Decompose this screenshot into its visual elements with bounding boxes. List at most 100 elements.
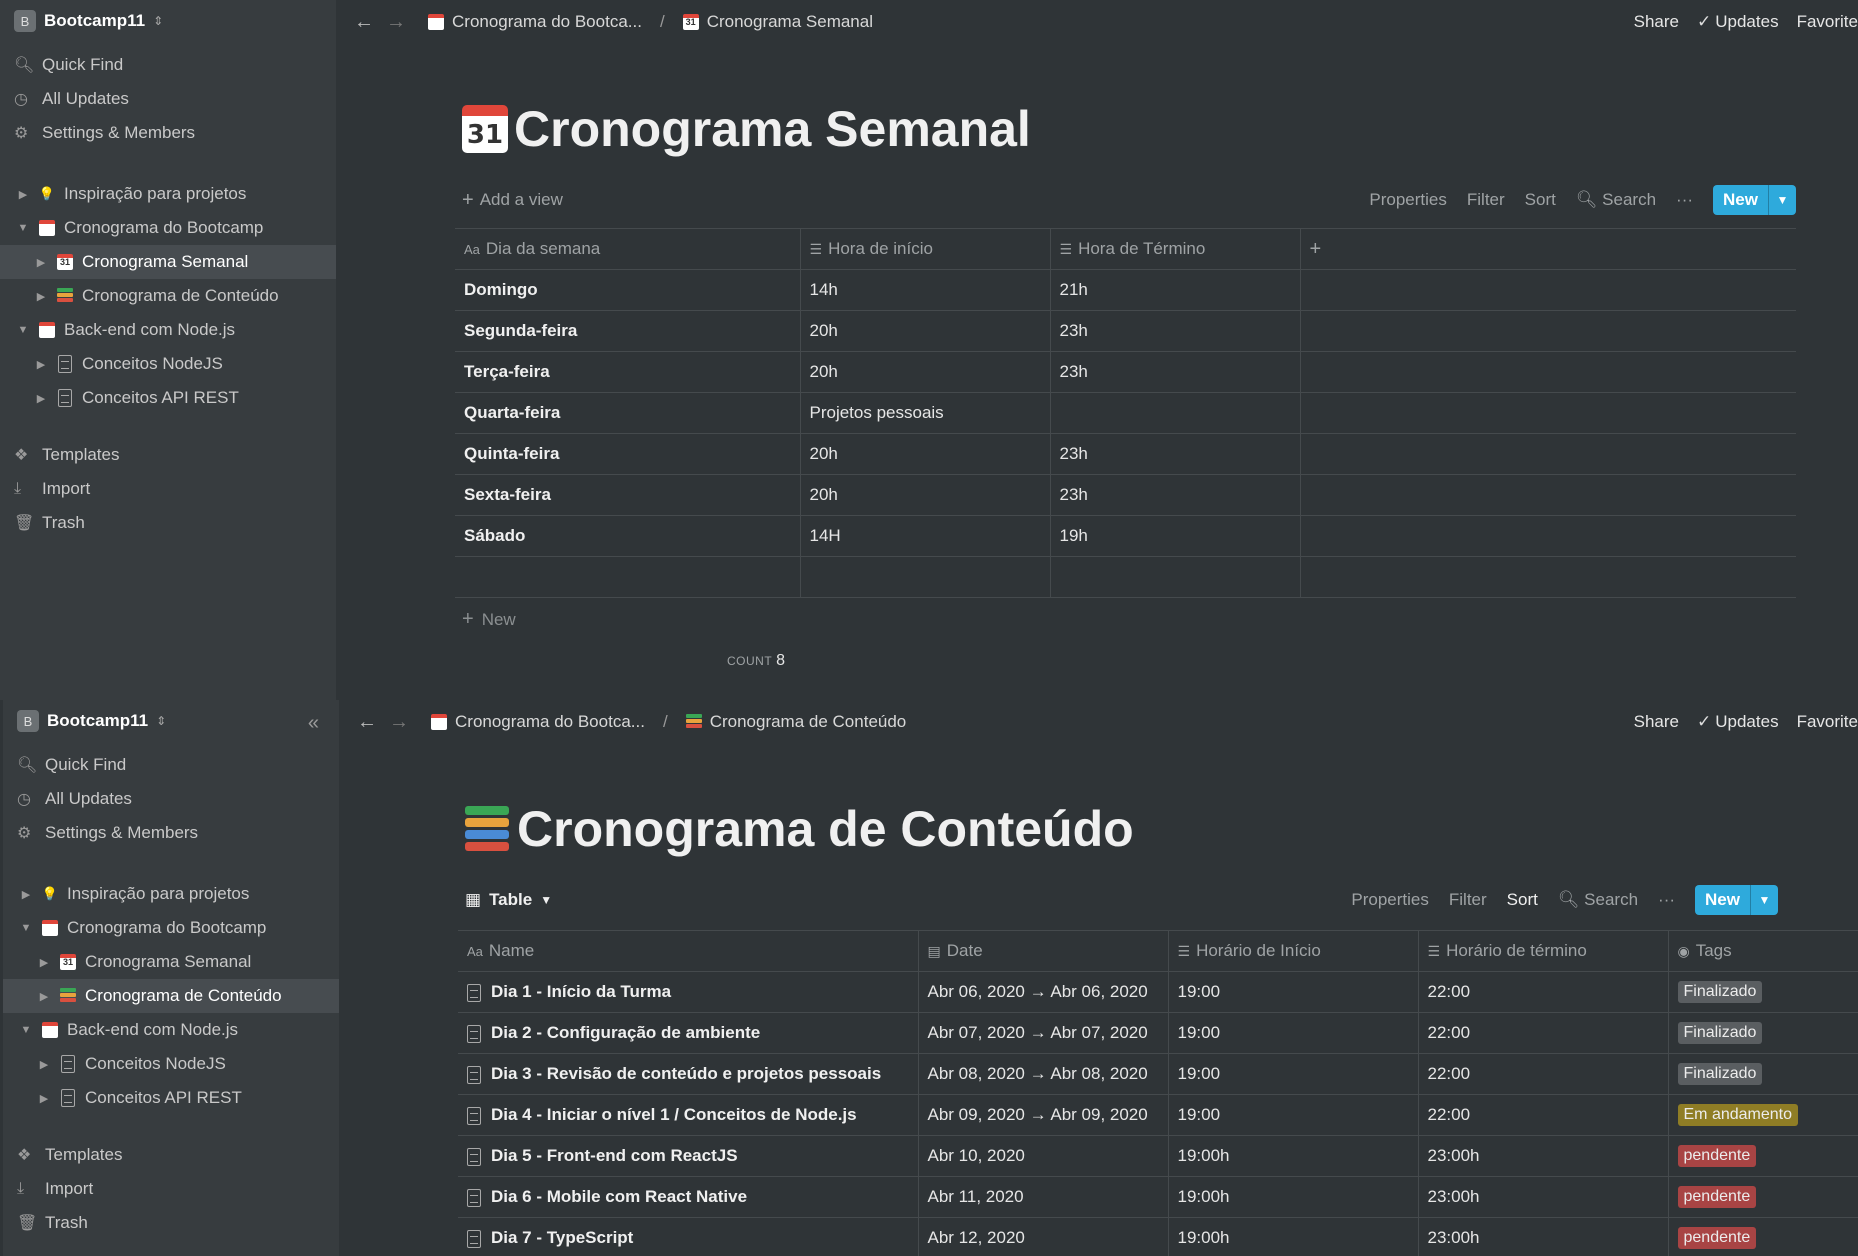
- cell-empty[interactable]: [1300, 310, 1796, 352]
- cell-empty[interactable]: [1300, 351, 1796, 393]
- cell-hora-inicio[interactable]: 14h: [800, 269, 1051, 311]
- chevron-right-icon[interactable]: ▶: [34, 392, 48, 405]
- sidebar-item-cronograma-bootcamp[interactable]: ▼ Cronograma do Bootcamp: [0, 211, 336, 245]
- cell-name[interactable]: Dia 7 - TypeScript: [458, 1217, 919, 1256]
- cell-horario-termino[interactable]: 23:00h: [1418, 1135, 1669, 1177]
- sidebar-templates[interactable]: ❖ Templates: [14, 438, 119, 472]
- new-row-button[interactable]: + New: [462, 608, 516, 631]
- sidebar-settings[interactable]: ⚙ Settings & Members: [17, 816, 198, 850]
- cell-tags[interactable]: pendente: [1668, 1176, 1858, 1218]
- cell-name[interactable]: Dia 5 - Front-end com ReactJS: [458, 1135, 919, 1177]
- add-column-button[interactable]: +: [1300, 228, 1796, 270]
- more-options-icon[interactable]: ···: [1658, 890, 1675, 910]
- table-row[interactable]: Dia 1 - Início da Turma Abr 06, 2020 → Ab…: [458, 971, 1858, 1013]
- cell-date[interactable]: Abr 12, 2020: [918, 1217, 1169, 1256]
- table-row[interactable]: Dia 4 - Iniciar o nível 1 / Conceitos de…: [458, 1094, 1858, 1136]
- cell-tags[interactable]: Finalizado: [1668, 971, 1858, 1013]
- cell-empty[interactable]: [800, 556, 1051, 598]
- sidebar-item-conceitos-api-rest[interactable]: ▶ Conceitos API REST: [0, 381, 336, 415]
- cell-dia[interactable]: Quarta-feira: [455, 392, 801, 434]
- column-header-hora-inicio[interactable]: ☰ Hora de início: [800, 228, 1051, 270]
- chevron-down-icon[interactable]: ▼: [19, 1024, 33, 1036]
- cell-horario-termino[interactable]: 22:00: [1418, 1094, 1669, 1136]
- cell-hora-termino[interactable]: 23h: [1050, 310, 1301, 352]
- page-title-text[interactable]: Cronograma Semanal: [514, 100, 1031, 158]
- column-header-horario-termino[interactable]: ☰ Horário de término: [1418, 930, 1669, 972]
- favorite-button[interactable]: Favorite: [1797, 12, 1858, 32]
- cell-hora-termino[interactable]: 19h: [1050, 515, 1301, 557]
- new-button[interactable]: New ▼: [1695, 885, 1778, 915]
- column-header-name[interactable]: Aa Name: [458, 930, 919, 972]
- sidebar-item-conceitos-api-rest[interactable]: ▶ Conceitos API REST: [3, 1081, 339, 1115]
- chevron-right-icon[interactable]: ▶: [34, 358, 48, 371]
- cell-horario-inicio[interactable]: 19:00h: [1168, 1217, 1419, 1256]
- cell-horario-inicio[interactable]: 19:00: [1168, 1053, 1419, 1095]
- cell-horario-inicio[interactable]: 19:00h: [1168, 1135, 1419, 1177]
- cell-date[interactable]: Abr 09, 2020 → Abr 09, 2020: [918, 1094, 1169, 1136]
- sidebar-all-updates[interactable]: ◷ All Updates: [14, 82, 195, 116]
- cell-horario-termino[interactable]: 23:00h: [1418, 1176, 1669, 1218]
- column-header-tags[interactable]: ◉ Tags: [1668, 930, 1858, 972]
- sidebar-item-backend-node[interactable]: ▼ Back-end com Node.js: [0, 313, 336, 347]
- column-header-dia[interactable]: Aa Dia da semana: [455, 228, 801, 270]
- updates-button[interactable]: ✓ Updates: [1697, 712, 1779, 732]
- sort-button[interactable]: Sort: [1525, 190, 1556, 210]
- cell-empty[interactable]: [1300, 433, 1796, 475]
- sidebar-all-updates[interactable]: ◷ All Updates: [17, 782, 198, 816]
- cell-name[interactable]: Dia 4 - Iniciar o nível 1 / Conceitos de…: [458, 1094, 919, 1136]
- sidebar-item-cronograma-conteudo[interactable]: ▶ Cronograma de Conteúdo: [3, 979, 339, 1013]
- cell-date[interactable]: Abr 08, 2020 → Abr 08, 2020: [918, 1053, 1169, 1095]
- chevron-right-icon[interactable]: ▶: [34, 290, 48, 303]
- chevron-right-icon[interactable]: ▶: [37, 1058, 51, 1071]
- cell-horario-inicio[interactable]: 19:00: [1168, 1094, 1419, 1136]
- add-view-button[interactable]: + Add a view: [462, 189, 563, 212]
- cell-dia[interactable]: Segunda-feira: [455, 310, 801, 352]
- properties-button[interactable]: Properties: [1369, 190, 1446, 210]
- back-arrow-icon[interactable]: ←: [357, 711, 377, 734]
- filter-button[interactable]: Filter: [1449, 890, 1487, 910]
- cell-horario-termino[interactable]: 22:00: [1418, 971, 1669, 1013]
- cell-dia[interactable]: Quinta-feira: [455, 433, 801, 475]
- cell-date[interactable]: Abr 10, 2020: [918, 1135, 1169, 1177]
- workspace-switcher[interactable]: B Bootcamp11 ⇕: [17, 710, 166, 732]
- page-title-text[interactable]: Cronograma de Conteúdo: [517, 800, 1134, 858]
- chevron-down-icon[interactable]: ▼: [1750, 885, 1778, 915]
- cell-dia[interactable]: Terça-feira: [455, 351, 801, 393]
- table-row[interactable]: Quarta-feira Projetos pessoais: [455, 392, 1796, 434]
- favorite-button[interactable]: Favorite: [1797, 712, 1858, 732]
- cell-hora-inicio[interactable]: 20h: [800, 433, 1051, 475]
- cell-empty[interactable]: [1300, 392, 1796, 434]
- cell-dia[interactable]: Domingo: [455, 269, 801, 311]
- cell-tags[interactable]: Finalizado: [1668, 1053, 1858, 1095]
- cell-dia[interactable]: Sábado: [455, 515, 801, 557]
- chevron-right-icon[interactable]: ▶: [37, 990, 51, 1003]
- chevron-down-icon[interactable]: ▼: [19, 922, 33, 934]
- sidebar-trash[interactable]: 🗑︎ Trash: [17, 1206, 122, 1240]
- breadcrumb-item[interactable]: Cronograma Semanal: [682, 12, 873, 32]
- sidebar-import[interactable]: ⤓ Import: [14, 472, 119, 506]
- sidebar-item-conceitos-nodejs[interactable]: ▶ Conceitos NodeJS: [0, 347, 336, 381]
- cell-date[interactable]: Abr 06, 2020 → Abr 06, 2020: [918, 971, 1169, 1013]
- table-row[interactable]: Dia 5 - Front-end com ReactJS Abr 10, 202…: [458, 1135, 1858, 1177]
- filter-button[interactable]: Filter: [1467, 190, 1505, 210]
- collapse-sidebar-icon[interactable]: «: [308, 712, 319, 735]
- cell-tags[interactable]: Em andamento: [1668, 1094, 1858, 1136]
- share-button[interactable]: Share: [1634, 712, 1679, 732]
- chevron-right-icon[interactable]: ▶: [37, 1092, 51, 1105]
- cell-hora-inicio[interactable]: 14H: [800, 515, 1051, 557]
- cell-dia[interactable]: Sexta-feira: [455, 474, 801, 516]
- sidebar-item-cronograma-semanal[interactable]: ▶ Cronograma Semanal: [0, 245, 336, 279]
- chevron-right-icon[interactable]: ▶: [34, 256, 48, 269]
- sort-button[interactable]: Sort: [1507, 890, 1538, 910]
- properties-button[interactable]: Properties: [1351, 890, 1428, 910]
- column-header-date[interactable]: ▤ Date: [918, 930, 1169, 972]
- sidebar-item-inspiracao[interactable]: ▶ 💡 Inspiração para projetos: [3, 877, 339, 911]
- cell-hora-inicio[interactable]: 20h: [800, 310, 1051, 352]
- cell-name[interactable]: Dia 1 - Início da Turma: [458, 971, 919, 1013]
- cell-horario-termino[interactable]: 22:00: [1418, 1012, 1669, 1054]
- cell-hora-inicio[interactable]: Projetos pessoais: [800, 392, 1051, 434]
- sidebar-item-inspiracao[interactable]: ▶ 💡 Inspiração para projetos: [0, 177, 336, 211]
- table-row[interactable]: Quinta-feira 20h 23h: [455, 433, 1796, 475]
- cell-horario-inicio[interactable]: 19:00h: [1168, 1176, 1419, 1218]
- sidebar-item-cronograma-semanal[interactable]: ▶ Cronograma Semanal: [3, 945, 339, 979]
